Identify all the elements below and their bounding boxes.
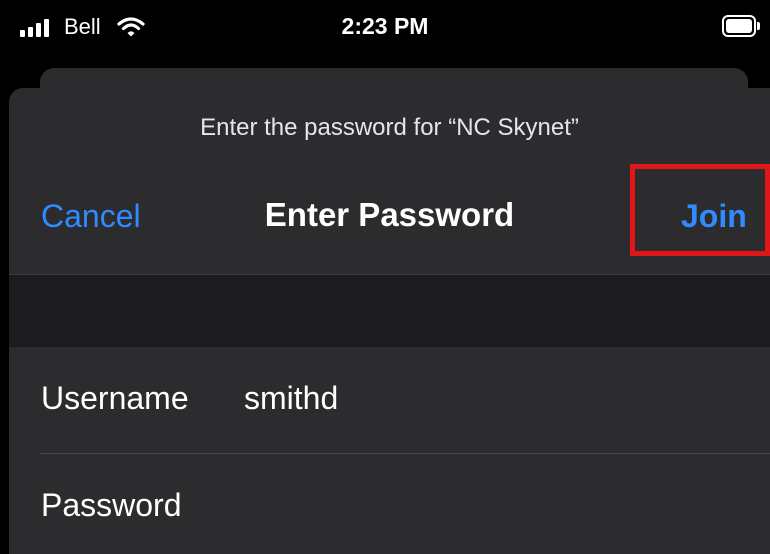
join-highlight-box: [630, 164, 770, 256]
username-row[interactable]: Username smithd: [9, 347, 770, 453]
password-prompt: Enter the password for “NC Skynet”: [200, 114, 579, 141]
password-row[interactable]: Password: [9, 454, 770, 554]
username-label: Username: [41, 380, 189, 416]
section-separator: [9, 274, 770, 348]
username-field[interactable]: smithd: [244, 380, 338, 417]
password-sheet: Enter the password for “NC Skynet” Cance…: [9, 88, 770, 554]
status-time: 2:23 PM: [341, 13, 429, 39]
password-label: Password: [41, 487, 182, 523]
status-bar: Bell 2:23 PM: [0, 0, 770, 58]
battery-icon: [722, 15, 760, 37]
